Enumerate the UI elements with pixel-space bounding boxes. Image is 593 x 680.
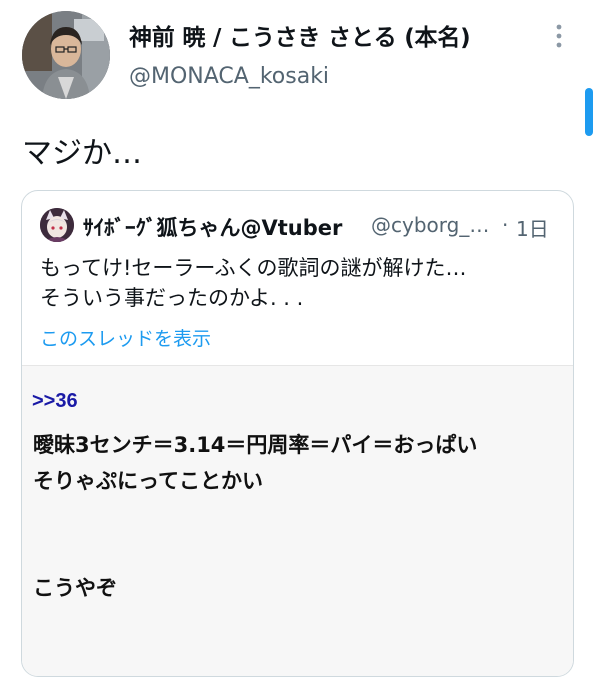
image-reply-reference: >>36 — [32, 390, 78, 412]
author-avatar[interactable] — [22, 11, 110, 99]
quoted-author-handle[interactable]: @cyborg_… — [371, 213, 489, 237]
quoted-text-line: もってけ!セーラーふくの歌詞の謎が解けた… — [40, 256, 467, 280]
quoted-media-image[interactable]: >>36 曖昧3センチ＝3.14＝円周率＝パイ＝おっぱい そりゃぷにってことかい… — [22, 365, 573, 676]
quoted-text-line: そういう事だったのかよ. . . — [40, 286, 304, 310]
author-name[interactable]: 神前 暁 / こうさき さとる (本名) — [129, 18, 471, 52]
more-vertical-icon[interactable] — [548, 22, 570, 52]
author-avatar-image — [22, 11, 110, 99]
quoted-author-avatar[interactable] — [40, 208, 74, 242]
author-handle[interactable]: @MONACA_kosaki — [129, 64, 329, 89]
quoted-timestamp[interactable]: 1日 — [516, 213, 549, 242]
tweet-header: 神前 暁 / こうさき さとる (本名) @MONACA_kosaki — [0, 0, 593, 100]
quoted-tweet-text: もってけ!セーラーふくの歌詞の謎が解けた… そういう事だったのかよ. . . — [40, 253, 555, 313]
image-text-line: そりゃぷにってことかい — [33, 469, 263, 493]
quoted-author-avatar-image — [40, 208, 74, 242]
quoted-author-name[interactable]: ｻｲﾎﾞｰｸﾞ狐ちゃん@Vtuber — [83, 212, 342, 242]
image-text-line: こうやぞ — [33, 576, 117, 600]
show-thread-link[interactable]: このスレッドを表示 — [40, 324, 211, 351]
tweet-text: マジか… — [22, 136, 142, 171]
quoted-tweet-card[interactable]: ｻｲﾎﾞｰｸﾞ狐ちゃん@Vtuber @cyborg_… · 1日 もってけ!セ… — [21, 190, 574, 677]
image-text-line: 曖昧3センチ＝3.14＝円周率＝パイ＝おっぱい — [33, 433, 478, 457]
scrollbar-thumb[interactable] — [585, 88, 593, 136]
separator-dot: · — [502, 213, 509, 237]
